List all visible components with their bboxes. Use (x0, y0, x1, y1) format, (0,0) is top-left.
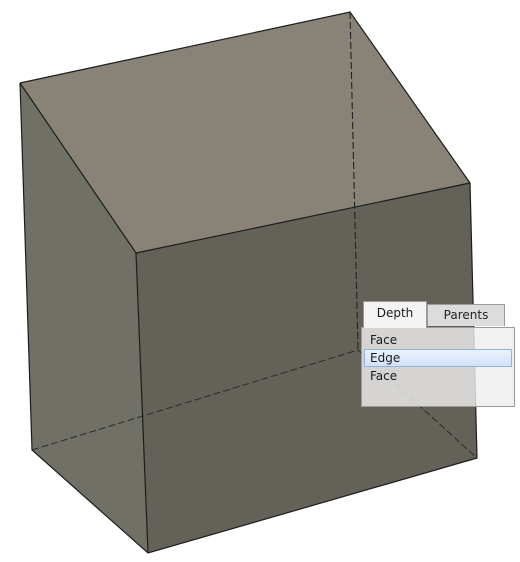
picker-tabs: Depth Parents (361, 301, 516, 328)
3d-viewport[interactable]: Depth Parents Face Edge Face (0, 0, 520, 562)
tab-parents[interactable]: Parents (427, 304, 505, 326)
picker-item-edge[interactable]: Edge (364, 349, 512, 367)
picker-item-face-2[interactable]: Face (364, 367, 512, 385)
picker-list: Face Edge Face (361, 327, 515, 407)
tab-depth[interactable]: Depth (363, 301, 427, 328)
picker-item-face-1[interactable]: Face (364, 331, 512, 349)
selection-picker-popup: Depth Parents Face Edge Face (361, 301, 516, 407)
cube-model[interactable] (0, 0, 520, 562)
